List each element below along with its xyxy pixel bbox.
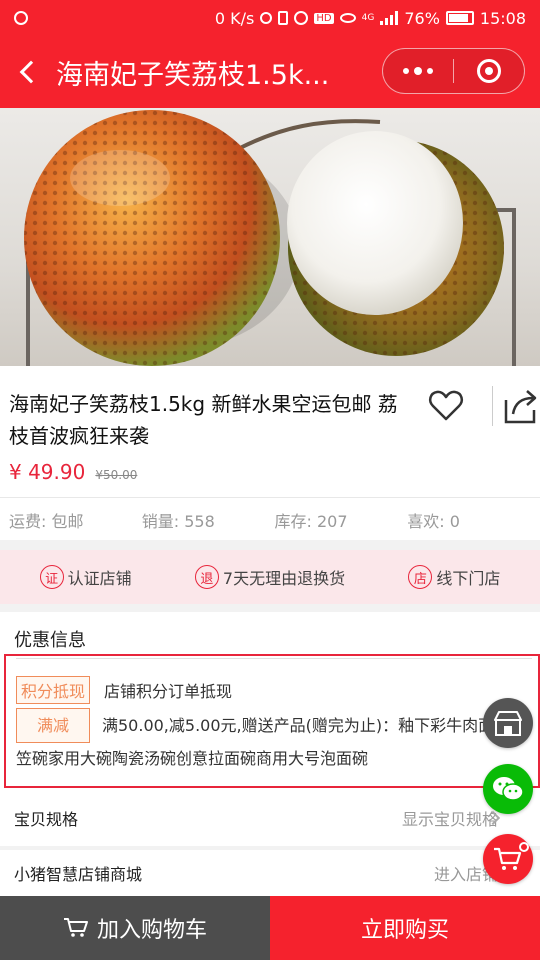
- promo-tag: 积分抵现: [16, 676, 91, 704]
- guarantee-certified-store: 证 认证店铺: [39, 565, 132, 589]
- product-title: 海南妃子笑荔枝1.5kg 新鲜水果空运包邮 荔枝首波疯狂来袭: [9, 392, 398, 448]
- heart-icon: [428, 390, 464, 421]
- store-row[interactable]: 小猪智慧店铺商城 进入店铺: [0, 850, 540, 896]
- promo-title: 优惠信息: [14, 630, 86, 651]
- guarantee-7day-return: 退 7天无理由退换货: [194, 565, 346, 589]
- share-button[interactable]: [492, 386, 537, 426]
- promo-tag: 满减: [16, 708, 90, 743]
- promo-highlight-box: 积分抵现 店铺积分订单抵现 满减 满50.00,减5.00元,赠送产品(赠完为止)…: [4, 654, 540, 788]
- dot-icon: [427, 68, 433, 74]
- store-name: 小猪智慧店铺商城: [14, 865, 143, 884]
- add-to-cart-button[interactable]: 加入购物车: [0, 896, 270, 960]
- product-image[interactable]: [0, 108, 540, 366]
- close-mini-program-button[interactable]: [454, 49, 524, 93]
- back-button[interactable]: [0, 36, 56, 108]
- guarantee-label: 7天无理由退换货: [222, 569, 346, 588]
- battery-icon: [445, 11, 474, 25]
- favorite-button[interactable]: [426, 386, 466, 426]
- buy-now-button[interactable]: 立即购买: [270, 896, 540, 960]
- guarantee-offline-store: 店 线下门店: [408, 565, 500, 589]
- current-price: ¥ 49.90: [9, 460, 86, 484]
- app-notification-icon: [14, 11, 28, 25]
- network-type: 4G: [361, 13, 375, 23]
- chat-float-button[interactable]: [483, 764, 533, 814]
- price-row: ¥ 49.90 ¥50.00: [9, 460, 137, 484]
- shop-icon: [494, 711, 522, 736]
- lychee-illustration: [24, 110, 504, 366]
- battery-percent: 76%: [404, 8, 440, 28]
- likes-count: 喜欢: 0: [407, 512, 460, 531]
- buy-now-label: 立即购买: [360, 918, 449, 943]
- dot-icon: [414, 67, 422, 75]
- headset-icon: [260, 12, 273, 24]
- divider: [0, 497, 540, 498]
- promo-text: 满50.00,减5.00元,赠送产品(赠完为止)：釉下彩牛肉面碗斗笠碗家用大碗陶…: [16, 716, 527, 768]
- nav-bar: 海南妃子笑荔枝1.5k...: [0, 36, 540, 108]
- network-speed: 0 K/s: [214, 8, 255, 28]
- divider: [16, 658, 532, 659]
- target-icon: [476, 59, 501, 83]
- store-icon: 店: [408, 565, 433, 589]
- page-title: 海南妃子笑荔枝1.5k...: [56, 59, 330, 91]
- share-icon: [504, 390, 537, 424]
- clock: 15:08: [479, 8, 526, 28]
- signal-icon: [380, 11, 399, 25]
- shop-float-button[interactable]: [483, 698, 533, 748]
- shipping-info: 运费: 包邮: [9, 512, 84, 531]
- promo-section: 优惠信息 积分抵现 店铺积分订单抵现 满减 满50.00,减5.00元,赠送产品(…: [0, 612, 540, 790]
- alarm-icon: [294, 11, 309, 25]
- wechat-icon: [493, 777, 524, 801]
- guarantee-label: 认证店铺: [67, 569, 132, 588]
- more-button[interactable]: [383, 49, 453, 93]
- original-price: ¥50.00: [95, 468, 138, 482]
- guarantee-bar: 证 认证店铺 退 7天无理由退换货 店 线下门店: [0, 550, 540, 604]
- status-bar: 0 K/s HD 4G 76% 15:08: [0, 0, 540, 36]
- add-to-cart-label: 加入购物车: [96, 918, 207, 943]
- certified-icon: 证: [39, 565, 64, 589]
- sales-count: 销量: 558: [141, 512, 215, 531]
- spec-label: 宝贝规格: [14, 810, 79, 829]
- stock-count: 库存: 207: [274, 512, 348, 531]
- bottom-action-bar: 加入购物车 立即购买: [0, 896, 540, 960]
- vibrate-icon: [278, 11, 289, 25]
- dot-icon: [403, 68, 409, 74]
- return-icon: 退: [194, 565, 219, 589]
- cart-badge-dot: [519, 842, 529, 852]
- chevron-left-icon: [19, 60, 43, 84]
- product-stats: 运费: 包邮 销量: 558 库存: 207 喜欢: 0: [9, 508, 540, 532]
- spec-row[interactable]: 宝贝规格 显示宝贝规格: [0, 790, 540, 846]
- mini-program-capsule: [382, 48, 525, 94]
- hd-icon: HD: [314, 12, 334, 24]
- cart-float-button[interactable]: [483, 834, 533, 884]
- spec-value: 显示宝贝规格: [401, 810, 498, 829]
- product-info-card: 海南妃子笑荔枝1.5kg 新鲜水果空运包邮 荔枝首波疯狂来袭 ¥ 49.90 ¥…: [0, 366, 540, 540]
- cart-icon: [63, 918, 88, 937]
- eye-icon: [339, 13, 356, 23]
- promo-item-points: 积分抵现 店铺积分订单抵现: [16, 676, 232, 704]
- promo-item-discount: 满减 满50.00,减5.00元,赠送产品(赠完为止)：釉下彩牛肉面碗斗笠碗家用大…: [16, 708, 536, 774]
- promo-text: 店铺积分订单抵现: [104, 682, 233, 701]
- guarantee-label: 线下门店: [436, 569, 501, 588]
